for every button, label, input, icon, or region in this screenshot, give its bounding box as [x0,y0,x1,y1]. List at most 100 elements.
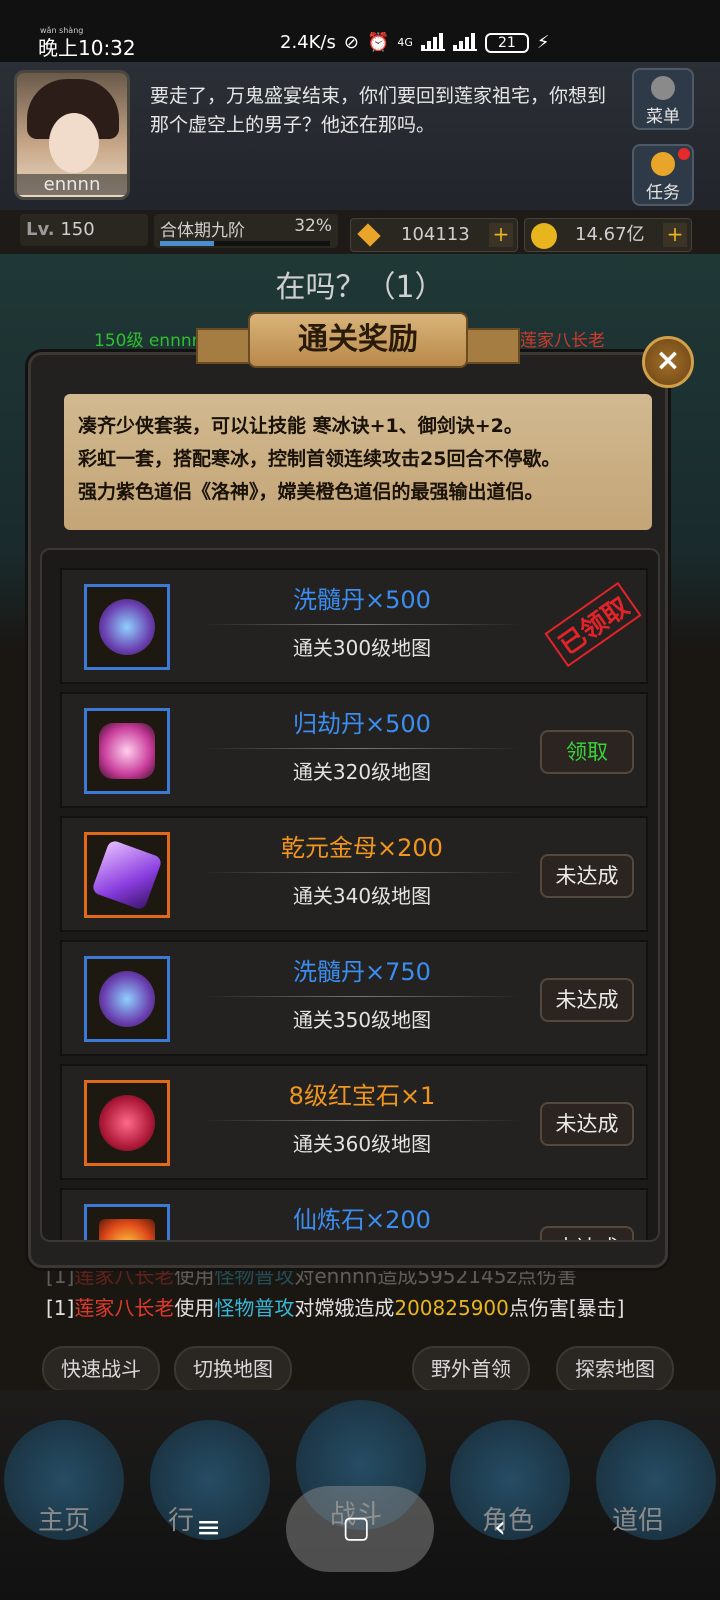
close-icon: × [655,343,681,378]
realm-box: 合体期九阶 32% [154,214,338,248]
player-battle-name: 150级 ennnn [94,331,203,351]
charging-icon: ⚡ [536,32,550,53]
system-menu-icon[interactable]: ≡ [196,1510,221,1545]
marrow-pill-icon [99,599,155,655]
not-achieved-button[interactable]: 未达成 [540,1102,634,1146]
battery-icon: 21 [484,32,529,53]
nav-character[interactable]: 角色 [482,1500,534,1537]
nav-home[interactable]: 主页 [38,1500,90,1537]
close-button[interactable]: × [642,336,694,388]
item-name: 仙炼石×200 [293,1206,431,1234]
level-label: Lv. [26,219,55,240]
avatar[interactable]: ennnn [14,70,130,200]
chat-title: 在吗？（1） [275,270,445,305]
battle-log: [1]莲家八长老使用怪物普攻对ennnn造成5952145z点伤害 [1]莲家八… [46,1260,624,1324]
player-name: ennnn [17,174,127,195]
notification-dot [678,148,690,160]
gem-icon [357,223,381,247]
item-name: 洗髓丹×750 [293,958,431,986]
reward-row: 仙炼石×200 未达成 [60,1188,648,1240]
item-requirement: 通关340级地图 [292,884,432,908]
nav-partner[interactable]: 道侣 [612,1500,664,1537]
not-achieved-button[interactable]: 未达成 [540,978,634,1022]
gold-resource: 14.67亿 + [524,218,692,252]
task-button[interactable]: 任务 [632,144,694,206]
signal-icon-2 [452,32,477,51]
system-home-icon[interactable]: ▢ [342,1510,370,1545]
realm-progress-text: 32% [294,216,332,236]
marrow-pill-icon [99,971,155,1027]
divider [202,624,522,625]
quick-battle-button[interactable]: 快速战斗 [42,1346,160,1392]
realm-progress-bar [160,241,330,246]
log-line: [1]莲家八长老使用怪物普攻对嫦娥造成200825900点伤害[暴击] [46,1292,624,1324]
alarm-icon: ⏰ [366,32,390,53]
description-line: 凑齐少侠套装，可以让技能 寒冰诀+1、御剑诀+2。 [78,415,523,437]
mute-icon: ⊘ [343,32,359,53]
reward-row: 洗髓丹×500 通关300级地图 已领取 [60,568,648,684]
status-icons: 2.4K/s ⊘ ⏰ 4G 21 ⚡ [280,32,550,53]
gold-coin-icon [531,223,557,249]
log-damage: 200825900 [394,1296,509,1320]
reward-description: 凑齐少侠套装，可以让技能 寒冰诀+1、御剑诀+2。 彩虹一套，搭配寒冰，控制首领… [64,394,652,530]
not-achieved-button[interactable]: 未达成 [540,1226,634,1240]
item-name: 乾元金母×200 [281,834,443,862]
level-value: 150 [60,219,95,240]
divider [202,1120,522,1121]
reward-list[interactable]: 洗髓丹×500 通关300级地图 已领取 归劫丹×500 通关320级地图 领取… [40,548,660,1242]
divider [202,872,522,873]
log-skill: 怪物普攻 [214,1296,295,1320]
modal-title: 通关奖励 [248,312,468,368]
log-target: 对嫦娥造成 [294,1296,395,1320]
system-back-icon[interactable]: ‹ [494,1510,506,1545]
reward-row: 洗髓丹×750 通关350级地图 未达成 [60,940,648,1056]
item-icon [84,708,170,794]
signal-icon [420,32,445,51]
not-achieved-button[interactable]: 未达成 [540,854,634,898]
gem-value: 104113 [401,224,470,245]
forge-stone-icon [99,1219,155,1240]
item-requirement: 通关320级地图 [292,760,432,784]
field-boss-button[interactable]: 野外首领 [412,1346,530,1392]
switch-map-button[interactable]: 切换地图 [174,1346,292,1392]
item-icon [84,832,170,918]
item-icon [84,584,170,670]
crystal-icon [91,839,163,911]
network-type: 4G [397,36,413,49]
gold-value: 14.67亿 [575,224,645,245]
gem-resource: 104113 + [350,218,518,252]
item-requirement: 通关300级地图 [292,636,432,660]
explore-map-button[interactable]: 探索地图 [556,1346,674,1392]
item-icon [84,956,170,1042]
menu-button[interactable]: 菜单 [632,68,694,130]
enemy-battle-name: 莲家八长老 [520,331,605,351]
log-attacker: 莲家八长老 [74,1296,175,1320]
log-verb: 使用 [174,1296,215,1320]
realm-progress-fill [160,241,215,246]
add-gems-button[interactable]: + [489,223,513,247]
add-gold-button[interactable]: + [663,223,687,247]
log-suffix: 点伤害[暴击] [508,1296,625,1320]
reward-row: 乾元金母×200 通关340级地图 未达成 [60,816,648,932]
menu-label: 菜单 [646,107,680,127]
reward-row: 归劫丹×500 通关320级地图 领取 [60,692,648,808]
log-round: [1] [46,1296,75,1320]
dialog-text: 要走了，万鬼盛宴结束，你们要回到莲家祖宅，你想到那个虚空上的男子？他还在那吗。 [150,85,607,136]
reward-row: 8级红宝石×1 通关360级地图 未达成 [60,1064,648,1180]
net-speed: 2.4K/s [280,32,336,53]
claim-button[interactable]: 领取 [540,730,634,774]
ruby-icon [99,1095,155,1151]
gear-icon [651,76,675,100]
task-label: 任务 [646,183,680,203]
stats-bar: Lv. 150 合体期九阶 32% 104113 + 14.67亿 + [0,210,720,254]
clock-time: 晚上10:32 [38,36,136,60]
task-icon [651,152,675,176]
nav-travel[interactable]: 行 [168,1500,194,1537]
claimed-stamp: 已领取 [544,581,642,668]
item-name: 归劫丹×500 [293,710,431,738]
item-requirement: 通关350级地图 [292,1008,432,1032]
item-icon [84,1204,170,1240]
realm-name: 合体期九阶 [160,221,245,241]
description-line: 彩虹一套，搭配寒冰，控制首领连续攻击25回合不停歇。 [78,448,561,470]
item-name: 洗髓丹×500 [293,586,431,614]
